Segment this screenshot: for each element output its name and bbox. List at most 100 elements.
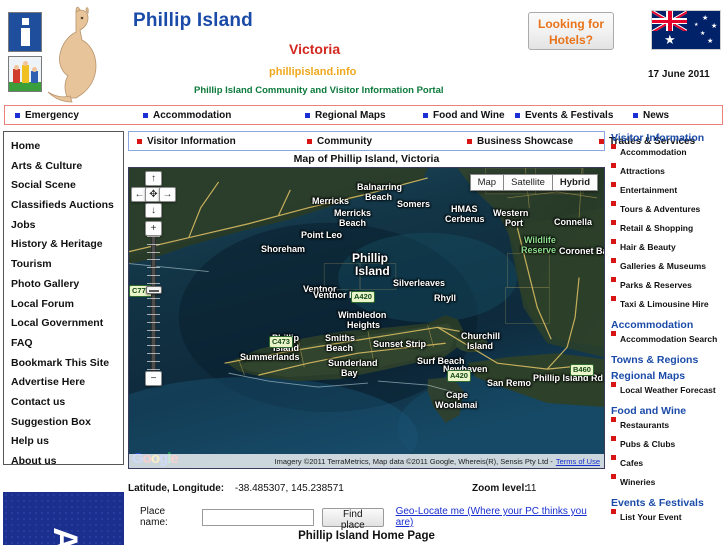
map-pan-up-button[interactable]: ↑ — [145, 171, 162, 186]
topnav-item-emergency[interactable]: Emergency — [15, 110, 79, 121]
map-type-map[interactable]: Map — [469, 174, 505, 191]
sidebar-item-local-government[interactable]: Local Government — [11, 314, 123, 334]
right-sidebar-link-list-your-event[interactable]: List Your Event — [609, 509, 727, 523]
map-zoom-ticks — [147, 236, 160, 371]
hotels-line-1: Looking for — [538, 17, 604, 31]
map-type-satellite[interactable]: Satellite — [504, 174, 553, 191]
right-sidebar-link-wineries[interactable]: Wineries — [609, 474, 727, 488]
home-page-link[interactable]: Phillip Island Home Page — [128, 530, 605, 542]
sidebar-item-arts-culture[interactable]: Arts & Culture — [11, 157, 123, 177]
sidebar-item-contact-us[interactable]: Contact us — [11, 393, 123, 413]
subnav-item-label: Business Showcase — [477, 135, 574, 147]
right-sidebar-link-hair-beauty[interactable]: Hair & Beauty — [609, 239, 727, 253]
sidebar-item-jobs[interactable]: Jobs — [11, 216, 123, 236]
right-sidebar-link-restaurants[interactable]: Restaurants — [609, 417, 727, 431]
subnav-item-business-showcase[interactable]: Business Showcase — [467, 136, 573, 147]
sidebar-item-tourism[interactable]: Tourism — [11, 255, 123, 275]
map-pan-down-button[interactable]: ↓ — [145, 203, 162, 218]
bullet-icon — [633, 112, 638, 118]
right-sidebar-link-entertainment[interactable]: Entertainment — [609, 182, 727, 196]
topnav-item-events-festivals[interactable]: Events & Festivals — [515, 110, 613, 121]
sidebar-item-home[interactable]: Home — [11, 137, 123, 157]
right-sidebar-link-parks-reserves[interactable]: Parks & Reserves — [609, 277, 727, 291]
right-sidebar-link-attractions[interactable]: Attractions — [609, 163, 727, 177]
right-sidebar-link-label: Attractions — [620, 166, 665, 176]
terms-of-use-link[interactable]: Terms of Use — [556, 457, 600, 466]
sidebar-item-local-forum[interactable]: Local Forum — [11, 295, 123, 315]
sidebar-item-social-scene[interactable]: Social Scene — [11, 176, 123, 196]
bullet-icon — [611, 455, 616, 460]
sidebar-item-photo-gallery[interactable]: Photo Gallery — [11, 275, 123, 295]
right-sidebar-link-accommodation[interactable]: Accommodation — [609, 144, 727, 158]
map-pan-right-button[interactable]: → — [159, 187, 176, 202]
bullet-icon — [611, 474, 616, 479]
hotels-line-2: Hotels? — [548, 33, 593, 47]
sidebar-item-history-heritage[interactable]: History & Heritage — [11, 235, 123, 255]
right-sidebar-link-label: Wineries — [620, 477, 656, 487]
right-sidebar-link-tours-adventures[interactable]: Tours & Adventures — [609, 201, 727, 215]
right-sidebar-link-local-weather-forecast[interactable]: Local Weather Forecast — [609, 382, 727, 396]
sidebar-item-faq[interactable]: FAQ — [11, 334, 123, 354]
map-type-hybrid[interactable]: Hybrid — [552, 174, 598, 191]
topnav-item-label: Accommodation — [153, 109, 232, 121]
left-banner-ad[interactable]: A — [3, 492, 124, 545]
bullet-icon — [611, 509, 616, 514]
right-sidebar-heading-events-festivals[interactable]: Events & Festivals — [611, 496, 727, 511]
information-icon — [8, 12, 42, 52]
right-sidebar-link-label: Hair & Beauty — [620, 242, 676, 252]
right-sidebar-link-taxi-limousine-hire[interactable]: Taxi & Limousine Hire — [609, 296, 727, 310]
find-place-button[interactable]: Find place — [321, 507, 384, 531]
subnav-item-label: Community — [317, 135, 372, 147]
map-zoom-in-button[interactable]: + — [145, 221, 162, 236]
bullet-icon — [467, 138, 472, 144]
bullet-icon — [611, 277, 616, 282]
looking-for-hotels-button[interactable]: Looking for Hotels? — [528, 12, 614, 50]
right-sidebar-link-label: Local Weather Forecast — [620, 385, 716, 395]
topnav-item-label: Regional Maps — [315, 109, 386, 121]
topnav-item-label: Emergency — [25, 109, 79, 121]
topnav-item-food-and-wine[interactable]: Food and Wine — [423, 110, 505, 121]
map-imagery — [129, 168, 604, 468]
right-sidebar-heading-visitor-information[interactable]: Visitor Information — [611, 131, 727, 146]
right-sidebar-link-galleries-museums[interactable]: Galleries & Museums — [609, 258, 727, 272]
site-title[interactable]: Phillip Island — [133, 10, 253, 32]
map-title: Map of Phillip Island, Victoria — [293, 153, 440, 165]
geo-locate-link[interactable]: Geo-Locate me (Where your PC thinks you … — [396, 506, 605, 528]
map-zoom-out-button[interactable]: − — [145, 371, 162, 386]
right-sidebar-heading-food-and-wine[interactable]: Food and Wine — [611, 404, 727, 419]
right-sidebar-heading-towns-regions[interactable]: Towns & Regions — [611, 353, 727, 368]
sidebar-item-advertise-here[interactable]: Advertise Here — [11, 373, 123, 393]
subnav-item-visitor-information[interactable]: Visitor Information — [137, 136, 236, 147]
topnav-item-news[interactable]: News — [633, 110, 669, 121]
place-name-input[interactable] — [201, 508, 314, 526]
bullet-icon — [599, 138, 604, 144]
site-logo — [4, 4, 104, 103]
site-domain[interactable]: phillipisland.info — [269, 66, 356, 78]
bullet-icon — [611, 258, 616, 263]
sidebar-item-classifieds-auctions[interactable]: Classifieds Auctions — [11, 196, 123, 216]
right-sidebar-link-pubs-clubs[interactable]: Pubs & Clubs — [609, 436, 727, 450]
bullet-icon — [611, 382, 616, 387]
sidebar-item-help-us[interactable]: Help us — [11, 432, 123, 452]
subnav-item-community[interactable]: Community — [307, 136, 372, 147]
zoom-level-value: 11 — [526, 483, 537, 494]
topnav-item-accommodation[interactable]: Accommodation — [143, 110, 231, 121]
sidebar-item-about-us[interactable]: About us — [11, 452, 123, 472]
left-banner-letter: A — [45, 527, 84, 545]
right-sidebar-link-label: Entertainment — [620, 185, 678, 195]
current-date: 17 June 2011 — [648, 69, 710, 80]
right-sidebar-link-accommodation-search[interactable]: Accommodation Search — [609, 331, 727, 345]
sidebar-item-suggestion-box[interactable]: Suggestion Box — [11, 413, 123, 433]
right-sidebar-link-cafes[interactable]: Cafes — [609, 455, 727, 469]
primary-navigation: Emergency Accommodation Regional Maps Food … — [4, 105, 723, 125]
place-search-row: Place name: Find place Geo-Locate me (Wh… — [128, 506, 605, 531]
right-sidebar-heading-accommodation[interactable]: Accommodation — [611, 318, 727, 333]
map-zoom-slider-handle[interactable] — [146, 286, 162, 294]
map-container[interactable]: Balnarring Beach Merricks Somers Merricks Bea… — [128, 167, 605, 469]
sidebar-item-bookmark-this-site[interactable]: Bookmark This Site — [11, 354, 123, 374]
topnav-item-regional-maps[interactable]: Regional Maps — [305, 110, 386, 121]
kangaroo-icon — [47, 6, 97, 103]
left-sidebar: Home Arts & Culture Social Scene Classified… — [3, 131, 124, 467]
right-sidebar-heading-regional-maps[interactable]: Regional Maps — [611, 369, 727, 384]
right-sidebar-link-retail-shopping[interactable]: Retail & Shopping — [609, 220, 727, 234]
